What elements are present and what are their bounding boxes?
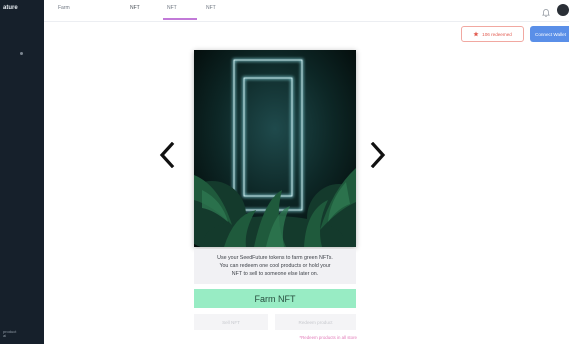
chevron-left-icon[interactable] [159,141,175,169]
nft-card-image[interactable] [194,50,356,247]
top-nav: Farm NFT NFT NFT [44,0,569,22]
description-line-1: Use your SeedFuture tokens to farm green… [217,255,333,261]
farm-nft-button[interactable]: Farm NFT [194,289,356,308]
app-root: ature product ai Farm NFT NFT NFT 106 re… [0,0,569,344]
star-icon [473,31,479,37]
description-line-2: You can redeem one cool products or hold… [219,263,331,269]
nav-tab-nft-2[interactable]: NFT [167,5,177,11]
nav-tab-nft-active[interactable]: NFT [130,5,140,11]
avatar[interactable] [557,4,569,16]
connect-wallet-button[interactable]: Connect Wallet [530,26,569,42]
bell-icon[interactable] [541,5,551,17]
sidebar: ature product ai [0,0,44,344]
redeemed-label: 106 redeemed [482,31,512,37]
brand-logo-text[interactable]: ature [3,5,18,11]
redeem-product-button[interactable]: Redeem product [275,314,356,330]
nav-tab-nft-3[interactable]: NFT [206,5,216,11]
chevron-right-icon[interactable] [370,141,386,169]
card-description: Use your SeedFuture tokens to farm green… [194,249,356,284]
redeem-note: *Redeem products in all store [299,335,357,340]
sidebar-nav-dot[interactable] [20,52,23,55]
nav-active-indicator [163,18,197,20]
nav-tab-farm[interactable]: Farm [58,5,70,11]
sell-nft-button[interactable]: Sell NFT [194,314,268,330]
sidebar-footer-line2: ai [3,333,7,338]
redeemed-button[interactable]: 106 redeemed [461,26,524,42]
description-line-3: NFT to sell to someone else later on. [231,271,319,277]
sidebar-footer: product ai [3,330,16,338]
